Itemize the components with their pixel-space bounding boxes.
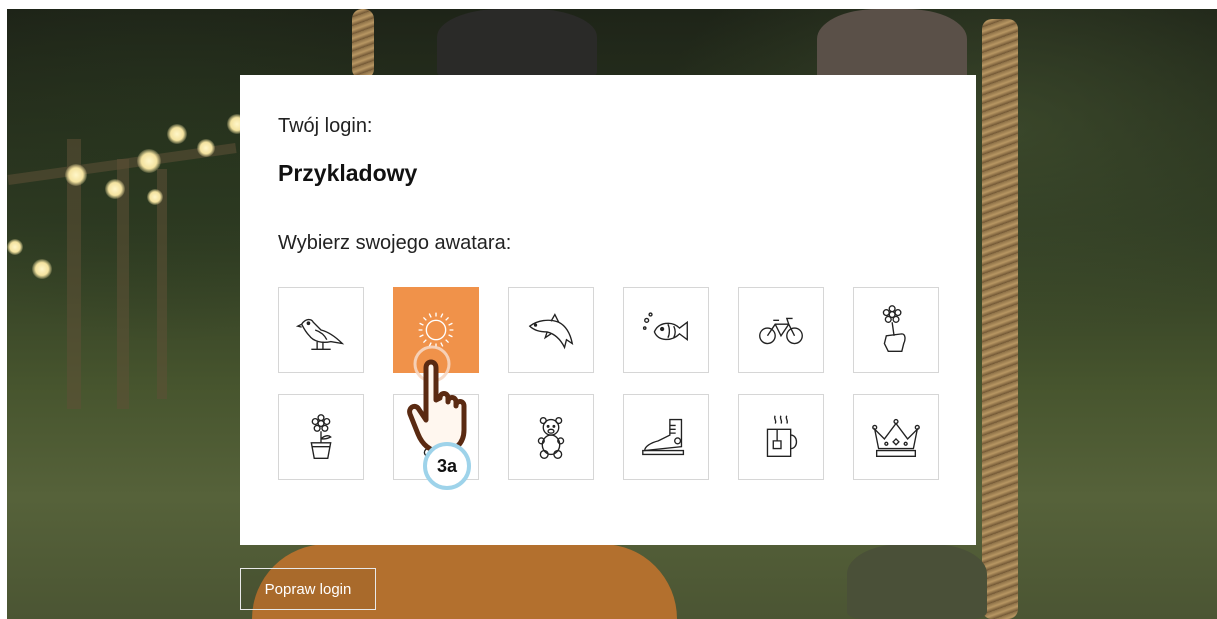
crown-icon (872, 418, 920, 458)
login-card: Twój login: Przykladowy Wybierz swojego … (240, 75, 976, 545)
step-badge: 3a (423, 442, 471, 490)
avatar-tile-potted-flower[interactable] (278, 394, 364, 480)
avatar-prompt: Wybierz swojego awatara: (278, 232, 512, 254)
sneaker-icon (642, 418, 685, 456)
avatar-tile-teddy-bear[interactable] (508, 394, 594, 480)
potted-flower-icon (310, 414, 332, 459)
avatar-tile-sneaker[interactable] (623, 394, 709, 480)
bird-icon (295, 318, 345, 351)
bicycle-icon (759, 317, 803, 345)
login-value: Przykladowy (278, 160, 418, 186)
avatar-tile-bird[interactable] (278, 287, 364, 373)
fix-login-button[interactable]: Popraw login (240, 568, 376, 610)
avatar-tile-flower-hand[interactable] (853, 287, 939, 373)
flower-in-hand-icon (882, 305, 906, 352)
avatar-tile-mug[interactable] (738, 394, 824, 480)
login-label: Twój login: (278, 115, 373, 137)
teddy-bear-icon (537, 416, 565, 459)
fish-icon (642, 312, 688, 342)
dolphin-icon (528, 313, 574, 350)
avatar-tile-bicycle[interactable] (738, 287, 824, 373)
mug-icon (766, 415, 798, 458)
avatar-tile-fish[interactable] (623, 287, 709, 373)
avatar-tile-crown[interactable] (853, 394, 939, 480)
avatar-tile-dolphin[interactable] (508, 287, 594, 373)
